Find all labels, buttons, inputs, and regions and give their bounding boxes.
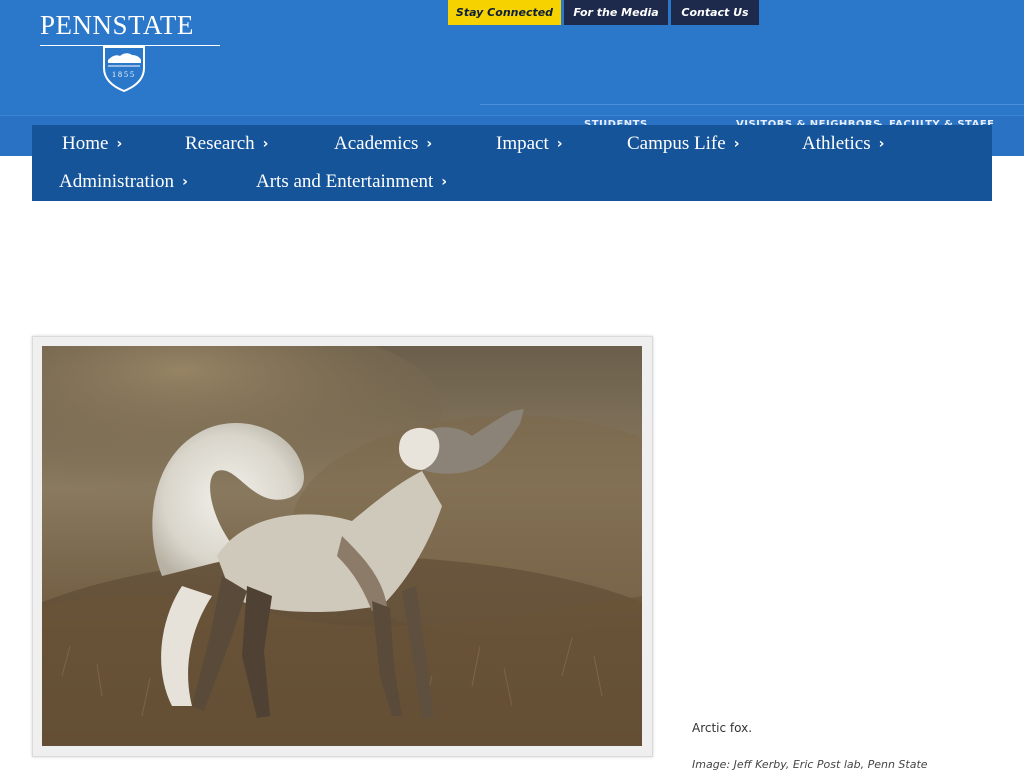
- seal-year: 1855: [112, 70, 136, 79]
- nav-item-administration[interactable]: Administration ›: [59, 163, 188, 201]
- nav-item-label: Home: [62, 133, 109, 154]
- main-nav: Home › Research › Academics › Impact › Campu…: [32, 125, 992, 201]
- for-the-media-link[interactable]: For the Media: [564, 0, 668, 25]
- nav-item-label: Arts and Entertainment: [256, 171, 434, 192]
- photo-credit: Image: Jeff Kerby, Eric Post lab, Penn S…: [692, 758, 928, 771]
- chevron-right-icon: ›: [733, 136, 740, 152]
- pennstate-logo[interactable]: PENNSTATE 1855: [38, 10, 223, 92]
- header-divider: [480, 104, 1024, 105]
- stay-connected-link[interactable]: Stay Connected: [448, 0, 561, 25]
- photo-card: [32, 336, 653, 757]
- nav-item-label: Impact: [496, 133, 549, 154]
- nav-item-label: Athletics: [802, 133, 871, 154]
- nav-item-label: Research: [185, 133, 255, 154]
- chevron-right-icon: ›: [262, 136, 269, 152]
- logo-wordmark: PENNSTATE: [40, 10, 194, 40]
- chevron-right-icon: ›: [182, 174, 188, 190]
- chevron-right-icon: ›: [116, 136, 123, 152]
- arctic-fox-photo: [42, 346, 642, 746]
- chevron-right-icon: ›: [878, 136, 885, 152]
- nav-item-label: Academics: [334, 133, 419, 154]
- photo-caption: Arctic fox.: [692, 721, 753, 735]
- chevron-right-icon: ›: [426, 136, 433, 152]
- contact-us-link[interactable]: Contact Us: [671, 0, 759, 25]
- nav-item-label: Administration: [59, 171, 175, 192]
- nav-item-campus-life[interactable]: Campus Life ›: [627, 125, 739, 163]
- chevron-right-icon: ›: [556, 136, 563, 152]
- arctic-fox-image: [42, 346, 642, 746]
- nav-item-academics[interactable]: Academics ›: [334, 125, 432, 163]
- nav-item-athletics[interactable]: Athletics ›: [802, 125, 884, 163]
- nav-item-research[interactable]: Research ›: [185, 125, 268, 163]
- nav-item-arts-and-entertainment[interactable]: Arts and Entertainment ›: [256, 163, 447, 201]
- nav-item-label: Campus Life: [627, 133, 726, 154]
- chevron-right-icon: ›: [441, 174, 448, 190]
- nittany-lion-shield-icon: 1855: [103, 46, 145, 92]
- nav-item-impact[interactable]: Impact ›: [496, 125, 563, 163]
- nav-item-home[interactable]: Home ›: [62, 125, 122, 163]
